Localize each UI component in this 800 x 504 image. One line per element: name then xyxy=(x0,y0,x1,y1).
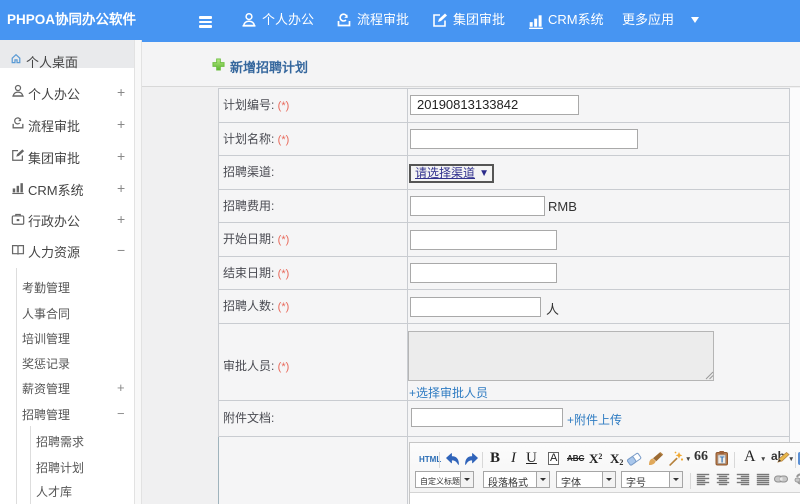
svg-text:T: T xyxy=(720,455,725,464)
